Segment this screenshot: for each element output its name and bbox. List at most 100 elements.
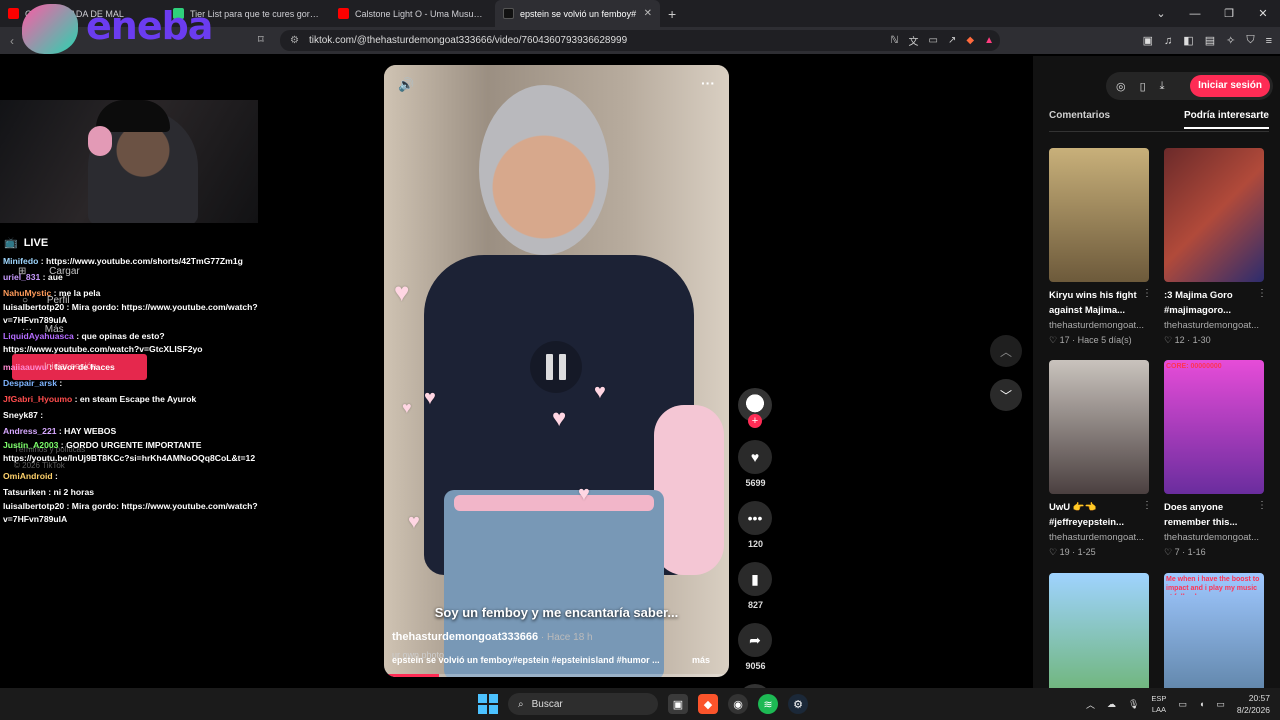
video-thumbnail[interactable] [1049,573,1149,707]
url-text[interactable]: tiktok.com/@thehasturdemongoat333666/vid… [309,35,627,46]
close-tab-icon[interactable]: ✕ [644,8,652,19]
video-author[interactable]: thehasturdemongoat333666 [392,631,538,643]
video-sound[interactable]: ur own photo [392,650,444,660]
video-progress-bar[interactable] [384,674,729,677]
wallet-icon[interactable]: ▤ [1205,34,1215,47]
mic-icon[interactable]: 🎙 [1128,699,1139,710]
chat-username[interactable]: LiquidAyahuasca [3,331,74,341]
spotify-icon[interactable]: ≋ [758,694,778,714]
brave-browser-icon[interactable]: ◆ [698,694,718,714]
bookmark-icon[interactable]: ⌑ [258,33,264,46]
tab-comments[interactable]: Comentarios [1049,110,1110,129]
bookmark-save-icon[interactable]: ▮ [738,562,772,596]
card-author[interactable]: thehasturdemongoat... [1164,318,1264,333]
chat-username[interactable]: OmiAndroid [3,471,53,481]
video-thumbnail[interactable] [1049,360,1149,494]
browser-tab-active[interactable]: epstein se volvió un femboy# ✕ [495,0,660,27]
chat-username[interactable]: NahuMystic [3,288,51,298]
window-list-icon[interactable]: ⌄ [1144,0,1178,27]
language-indicator[interactable]: ESP LAA [1151,693,1166,715]
device-icon[interactable]: ▯ [1140,80,1146,93]
card-more-icon[interactable]: ⋮ [1142,288,1152,299]
vpn-icon[interactable]: ⛉ [1246,34,1254,47]
taskbar-search[interactable]: ⌕ Buscar [508,693,658,715]
address-bar[interactable]: ⚙ tiktok.com/@thehasturdemongoat333666/v… [280,30,1000,51]
task-view-icon[interactable]: ▣ [668,694,688,714]
recommended-video-card[interactable]: Me when i have the boost to impact and i… [1164,573,1264,707]
pause-icon[interactable] [530,341,582,393]
chat-username[interactable]: maiiaauwu [3,362,47,372]
menu-icon[interactable]: ≡ [1266,35,1272,47]
card-more-icon[interactable]: ⋮ [1257,288,1267,299]
share-icon[interactable]: ↗ [948,35,956,46]
recommended-video-card[interactable]: CORE: 00000000 Does anyone remember this.… [1164,360,1267,560]
chat-username[interactable]: Justin_A2003 [3,440,58,450]
recommended-video-card[interactable] [1049,573,1149,707]
video-thumbnail[interactable] [1049,148,1149,282]
previous-video-chevron-up-icon[interactable]: ︿ [990,335,1022,367]
next-video-chevron-down-icon[interactable]: ﹀ [990,379,1022,411]
more-link[interactable]: más [692,655,710,665]
minimize-icon[interactable]: — [1178,0,1212,27]
chat-username[interactable]: Minifedo [3,256,38,266]
chat-username[interactable]: JfGabri_Hyoumo [3,394,72,404]
card-title[interactable]: Kiryu wins his fight against Majima... [1049,288,1149,318]
download-icon[interactable]: ⤓ [1160,80,1165,93]
card-title[interactable]: :3 Majima Goro #majimagoro... [1164,288,1264,318]
share-arrow-icon[interactable]: ➦ [738,623,772,657]
site-settings-icon[interactable]: ⚙ [290,35,299,46]
clock[interactable]: 20:57 8/2/2026 [1237,692,1270,716]
close-window-icon[interactable]: ✕ [1246,0,1280,27]
battery-icon[interactable]: ▭ [1216,699,1225,710]
restore-icon[interactable]: ❐ [1212,0,1246,27]
browser-tab[interactable]: Calstone Light O - Uma Musume Pre [330,0,495,27]
obs-icon[interactable]: ◉ [728,694,748,714]
video-thumbnail[interactable] [1164,148,1264,282]
sidebar-icon[interactable]: ▣ [1143,34,1153,47]
rewards-icon[interactable]: ▲ [984,35,994,46]
volume-icon[interactable]: 🔊 [398,77,414,93]
leo-icon[interactable]: ✧ [1226,34,1235,47]
new-tab-button[interactable]: + [660,6,684,22]
chat-username[interactable]: Despair_arsk [3,378,57,388]
more-options-icon[interactable]: ··· [701,75,715,91]
sidebar-item-live[interactable]: 📺 LIVE [4,236,48,250]
card-title[interactable]: UwU 👉👈 #jeffreyepstein... [1049,500,1149,530]
like-heart-icon[interactable]: ♥ [738,440,772,474]
tab-might-interest[interactable]: Podría interesarte [1183,110,1269,129]
panel-icon[interactable]: ◧ [1183,34,1193,47]
explore-icon[interactable]: ◎ [1116,80,1126,93]
card-author[interactable]: thehasturdemongoat... [1049,530,1149,545]
chat-username[interactable]: Tatsuriken [3,487,46,497]
reader-icon[interactable]: ℕ [891,35,899,46]
volume-icon[interactable]: ◖ [1199,699,1204,709]
video-thumbnail[interactable]: CORE: 00000000 [1164,360,1264,494]
login-button[interactable]: Iniciar sesión [1190,75,1270,97]
steam-icon[interactable]: ⚙ [788,694,808,714]
chat-username[interactable]: luisalbertotp20 [3,302,64,312]
network-icon[interactable]: ▭ [1178,699,1187,710]
video-thumbnail[interactable]: Me when i have the boost to impact and i… [1164,573,1264,707]
translate-icon[interactable]: 文 [909,33,919,48]
card-more-icon[interactable]: ⋮ [1257,500,1267,511]
recommended-video-card[interactable]: UwU 👉👈 #jeffreyepstein... thehasturdemong… [1049,360,1152,560]
card-author[interactable]: thehasturdemongoat... [1049,318,1149,333]
chat-username[interactable]: uriel_831 [3,272,40,282]
cast-icon[interactable]: ▭ [929,35,938,46]
tray-chevron-icon[interactable]: ︿ [1086,698,1095,711]
recommended-video-card[interactable]: Kiryu wins his fight against Majima... th… [1049,148,1152,348]
card-title[interactable]: Does anyone remember this... [1164,500,1264,530]
video-player[interactable]: 🔊 ··· ♥ ♥ ♥ ♥ ♥ ♥ ♥ Soy un femboy y me e… [384,65,729,677]
recommended-video-card[interactable]: :3 Majima Goro #majimagoro... thehasturde… [1164,148,1267,348]
chat-username[interactable]: luisalbertotp20 [3,501,64,511]
chat-username[interactable]: Sneyk87 [3,410,38,420]
follow-plus-icon[interactable]: + [748,414,762,428]
chat-username[interactable]: Andress_221 [3,426,57,436]
author-avatar[interactable]: + [738,388,772,428]
windows-start-icon[interactable] [478,694,498,714]
brave-shield-icon[interactable]: ◆ [966,35,974,46]
media-icon[interactable]: ♫ [1164,35,1172,47]
card-more-icon[interactable]: ⋮ [1142,500,1152,511]
card-author[interactable]: thehasturdemongoat... [1164,530,1264,545]
comment-icon[interactable]: ••• [738,501,772,535]
